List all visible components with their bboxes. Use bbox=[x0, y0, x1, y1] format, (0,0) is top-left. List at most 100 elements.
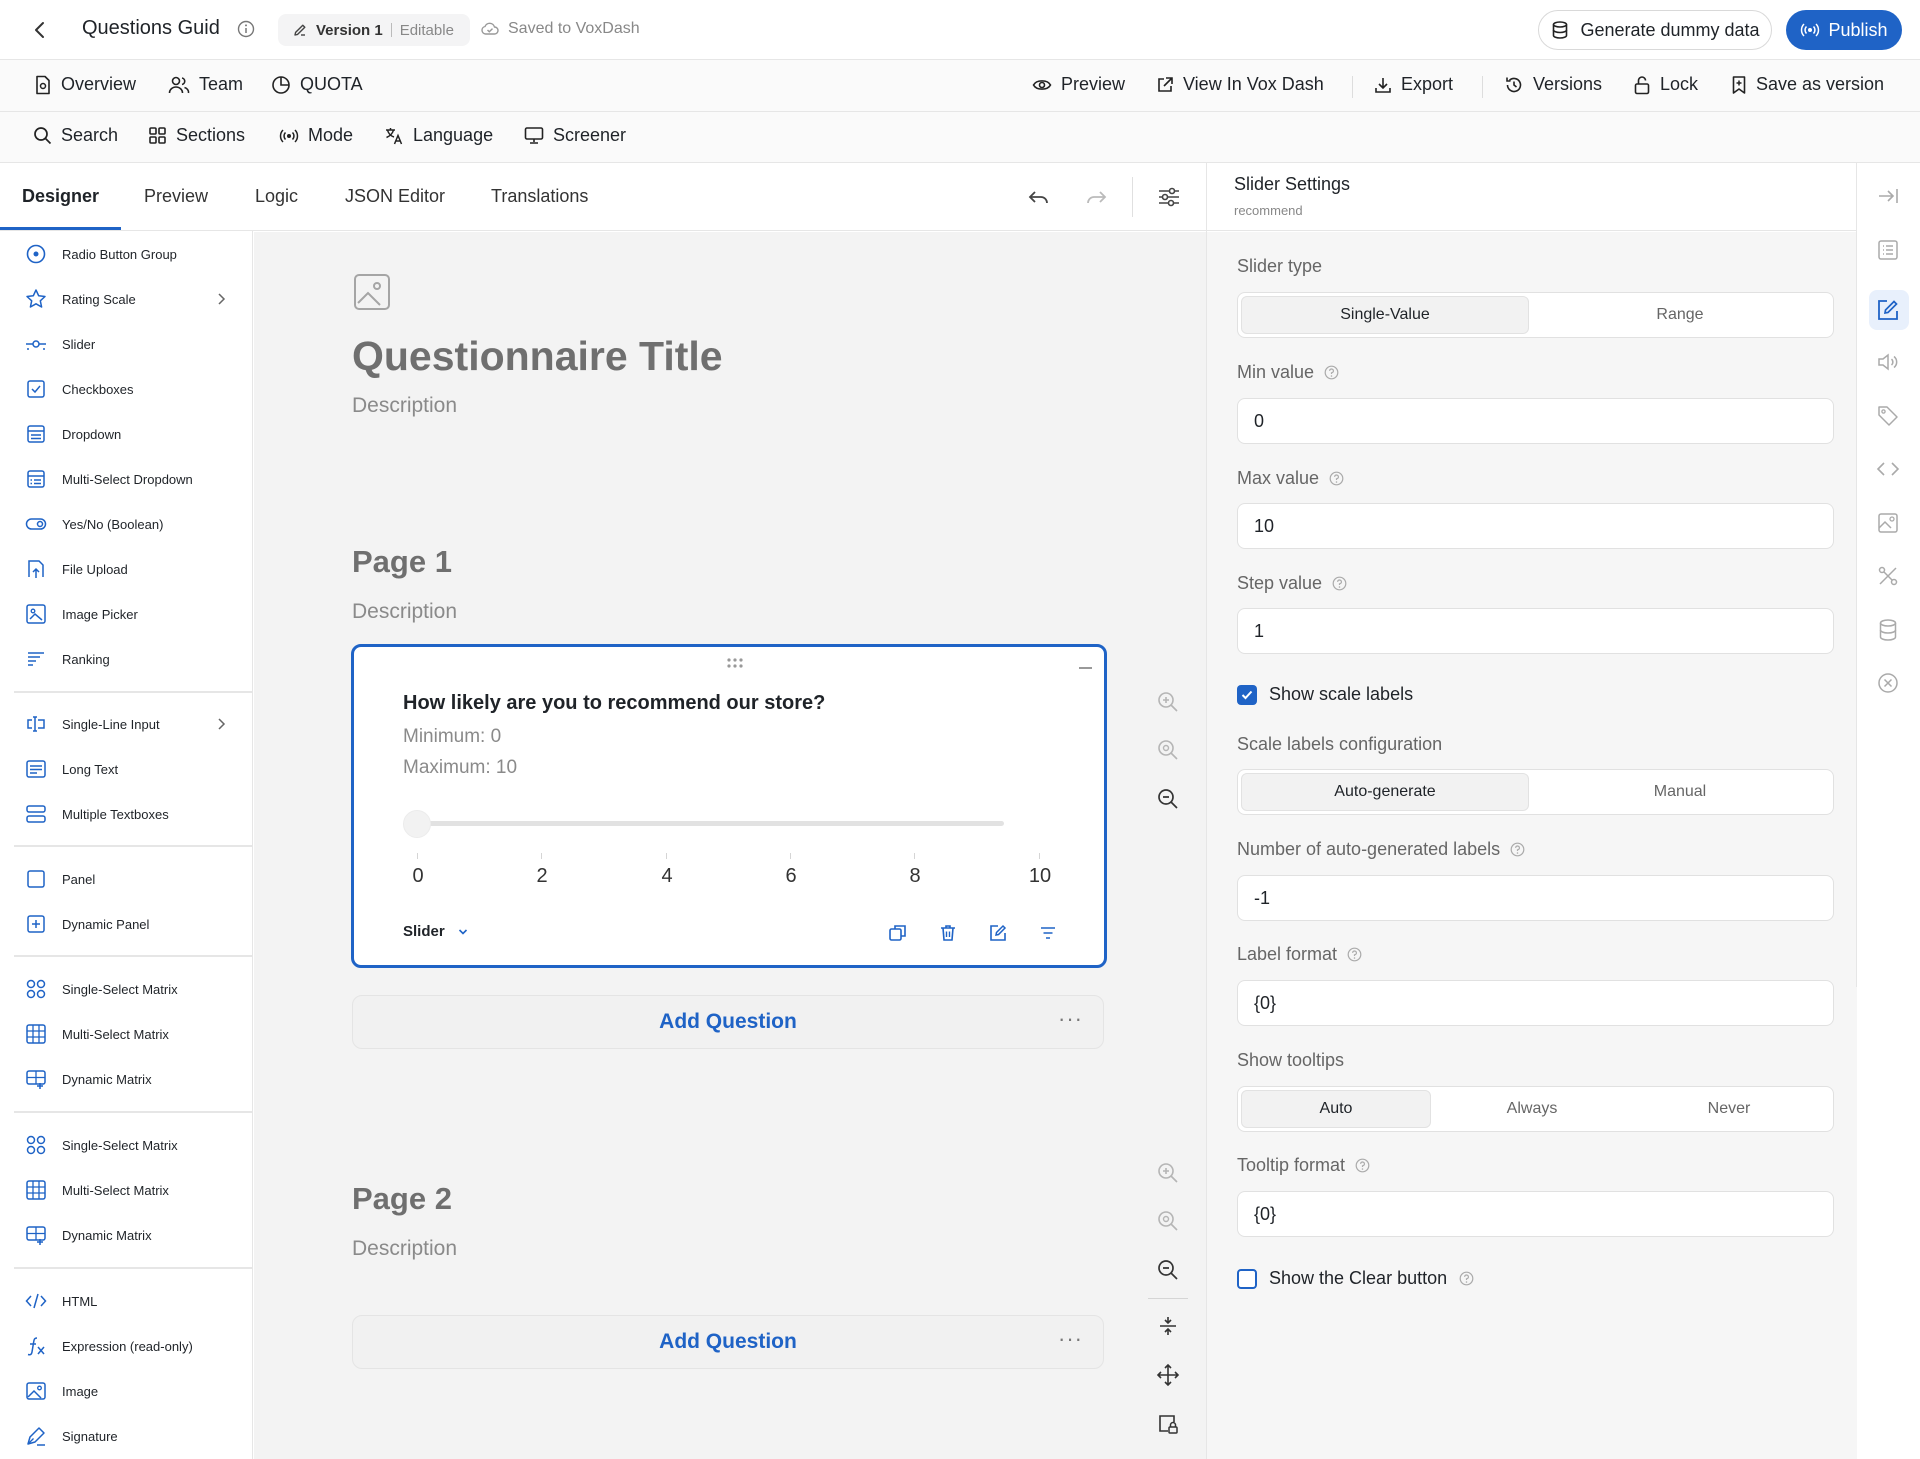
tab-logic[interactable]: Logic bbox=[255, 186, 298, 207]
publish-button[interactable]: Publish bbox=[1786, 10, 1902, 50]
toolbox-item-image[interactable]: Image bbox=[24, 1376, 98, 1406]
toolbox-item-checkboxes[interactable]: Checkboxes bbox=[24, 374, 134, 404]
zoom-out-icon[interactable] bbox=[1154, 785, 1182, 813]
question-type-selector[interactable]: Slider bbox=[403, 923, 469, 940]
move-icon[interactable] bbox=[1154, 1361, 1182, 1389]
toolbox-item-ranking[interactable]: Ranking bbox=[24, 644, 110, 674]
slider-track[interactable] bbox=[414, 821, 1004, 826]
tag-icon[interactable] bbox=[1873, 401, 1903, 431]
branch-icon[interactable] bbox=[1873, 561, 1903, 591]
label-format-input[interactable]: {0} bbox=[1237, 980, 1834, 1026]
sections-button[interactable]: Sections bbox=[148, 125, 245, 146]
toolbox-item-long-text[interactable]: Long Text bbox=[24, 754, 118, 784]
option-range[interactable]: Range bbox=[1535, 296, 1825, 334]
toolbox-item-dynamic-matrix[interactable]: Dynamic Matrix bbox=[24, 1220, 152, 1250]
chevron-right-icon[interactable] bbox=[213, 291, 229, 307]
zoom-in-icon[interactable] bbox=[1154, 688, 1182, 716]
duplicate-icon[interactable] bbox=[886, 921, 910, 945]
screener-button[interactable]: Screener bbox=[524, 125, 626, 146]
overview-button[interactable]: Overview bbox=[34, 74, 136, 95]
help-icon[interactable] bbox=[1459, 1271, 1474, 1286]
step-value-input[interactable]: 1 bbox=[1237, 608, 1834, 654]
page-title[interactable]: Page 1 bbox=[352, 544, 452, 580]
lock-button[interactable]: Lock bbox=[1633, 74, 1698, 95]
toolbox-item-panel[interactable]: Panel bbox=[24, 864, 95, 894]
option-always[interactable]: Always bbox=[1437, 1090, 1627, 1128]
tab-designer[interactable]: Designer bbox=[22, 186, 99, 207]
toolbox-item-signature[interactable]: Signature bbox=[24, 1421, 118, 1451]
questionnaire-title[interactable]: Questionnaire Title bbox=[352, 333, 723, 380]
undo-icon[interactable] bbox=[1025, 183, 1053, 211]
view-in-vox-dash-button[interactable]: View In Vox Dash bbox=[1156, 74, 1324, 95]
close-circle-icon[interactable] bbox=[1873, 668, 1903, 698]
toolbox-item-dynamic-matrix[interactable]: Dynamic Matrix bbox=[24, 1064, 152, 1094]
toolbox-item-single-select-matrix[interactable]: Single-Select Matrix bbox=[24, 974, 178, 1004]
zoom-out-icon[interactable] bbox=[1154, 1256, 1182, 1284]
zoom-reset-icon[interactable] bbox=[1154, 736, 1182, 764]
back-arrow-icon[interactable] bbox=[28, 18, 52, 42]
help-icon[interactable] bbox=[1329, 471, 1344, 486]
tooltip-format-input[interactable]: {0} bbox=[1237, 1191, 1834, 1237]
add-question-button[interactable]: Add Question ··· bbox=[352, 995, 1104, 1049]
preview-button[interactable]: Preview bbox=[1032, 74, 1125, 95]
info-icon[interactable] bbox=[237, 20, 255, 38]
collapse-all-icon[interactable] bbox=[1154, 1312, 1182, 1340]
option-single-value[interactable]: Single-Value bbox=[1241, 296, 1529, 334]
edit-settings-icon[interactable] bbox=[1873, 295, 1903, 325]
tab-translations[interactable]: Translations bbox=[491, 186, 588, 207]
collapse-panel-icon[interactable] bbox=[1873, 181, 1903, 211]
toolbox-item-image-picker[interactable]: Image Picker bbox=[24, 599, 138, 629]
toolbox-item-dynamic-panel[interactable]: Dynamic Panel bbox=[24, 909, 149, 939]
edit-icon[interactable] bbox=[986, 921, 1010, 945]
toolbox-item-single-select-matrix[interactable]: Single-Select Matrix bbox=[24, 1130, 178, 1160]
zoom-reset-icon[interactable] bbox=[1154, 1207, 1182, 1235]
chevron-right-icon[interactable] bbox=[213, 716, 229, 732]
redo-icon[interactable] bbox=[1082, 183, 1110, 211]
trash-icon[interactable] bbox=[936, 921, 960, 945]
toolbox-item-multi-select-matrix[interactable]: Multi-Select Matrix bbox=[24, 1019, 169, 1049]
option-manual[interactable]: Manual bbox=[1535, 773, 1825, 811]
database-icon[interactable] bbox=[1873, 615, 1903, 645]
toolbox-item-html[interactable]: HTML bbox=[24, 1286, 97, 1316]
num-labels-input[interactable]: -1 bbox=[1237, 875, 1834, 921]
more-options-icon[interactable]: ··· bbox=[1058, 1006, 1083, 1032]
slider-thumb[interactable] bbox=[403, 810, 431, 838]
versions-button[interactable]: Versions bbox=[1504, 74, 1602, 95]
question-card[interactable]: How likely are you to recommend our stor… bbox=[351, 644, 1107, 968]
help-icon[interactable] bbox=[1355, 1158, 1370, 1173]
question-title[interactable]: How likely are you to recommend our stor… bbox=[403, 692, 825, 715]
help-icon[interactable] bbox=[1347, 947, 1362, 962]
add-question-button[interactable]: Add Question ··· bbox=[352, 1315, 1104, 1369]
toolbox-item-rating-scale[interactable]: Rating Scale bbox=[24, 284, 136, 314]
mode-button[interactable]: Mode bbox=[279, 125, 353, 146]
drag-handle-icon[interactable] bbox=[726, 657, 744, 669]
toolbox-item-multiple-textboxes[interactable]: Multiple Textboxes bbox=[24, 799, 169, 829]
save-as-version-button[interactable]: Save as version bbox=[1731, 74, 1884, 95]
lock-view-icon[interactable] bbox=[1154, 1410, 1182, 1438]
toolbox-item-multi-select-dropdown[interactable]: Multi-Select Dropdown bbox=[24, 464, 193, 494]
collapse-button[interactable] bbox=[1079, 667, 1092, 669]
page-title[interactable]: Page 2 bbox=[352, 1181, 452, 1217]
toolbox-item-yes-no[interactable]: Yes/No (Boolean) bbox=[24, 509, 163, 539]
option-never[interactable]: Never bbox=[1633, 1090, 1825, 1128]
toolbox-item-dropdown[interactable]: Dropdown bbox=[24, 419, 121, 449]
show-scale-labels-checkbox[interactable]: Show scale labels bbox=[1237, 684, 1413, 705]
toolbox-item-multi-select-matrix[interactable]: Multi-Select Matrix bbox=[24, 1175, 169, 1205]
help-icon[interactable] bbox=[1332, 576, 1347, 591]
search-button[interactable]: Search bbox=[33, 125, 118, 146]
zoom-in-icon[interactable] bbox=[1154, 1159, 1182, 1187]
tab-preview[interactable]: Preview bbox=[144, 186, 208, 207]
page-description[interactable]: Description bbox=[352, 1237, 457, 1261]
toolbox-item-file-upload[interactable]: File Upload bbox=[24, 554, 128, 584]
help-icon[interactable] bbox=[1510, 842, 1525, 857]
page-description[interactable]: Description bbox=[352, 600, 457, 624]
version-pill[interactable]: Version 1 Editable bbox=[278, 14, 470, 46]
option-auto-generate[interactable]: Auto-generate bbox=[1241, 773, 1529, 811]
speaker-icon[interactable] bbox=[1873, 347, 1903, 377]
image-settings-icon[interactable] bbox=[1873, 508, 1903, 538]
quota-button[interactable]: QUOTA bbox=[271, 74, 363, 95]
generate-dummy-data-button[interactable]: Generate dummy data bbox=[1538, 10, 1772, 50]
document-title[interactable]: Questions Guid bbox=[82, 17, 220, 40]
image-placeholder-icon[interactable] bbox=[353, 273, 391, 311]
tab-json-editor[interactable]: JSON Editor bbox=[345, 186, 445, 207]
